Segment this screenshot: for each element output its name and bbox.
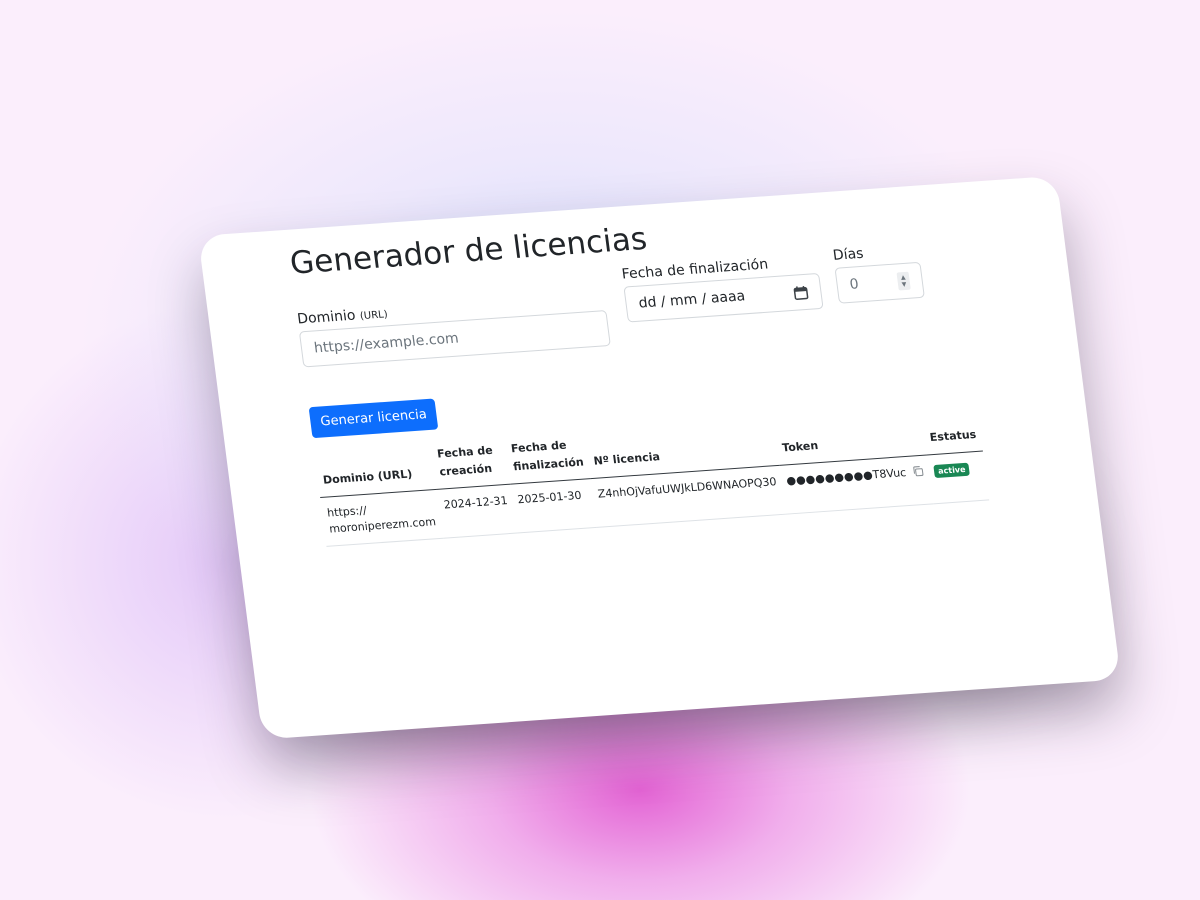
dias-group: Días 0 ▲ ▼: [832, 242, 925, 304]
dominio-placeholder: https://example.com: [313, 330, 460, 357]
header-licencia-text: Nº licencia: [592, 450, 661, 468]
header-dominio-text: Dominio (URL): [322, 467, 414, 487]
header-token-text: Token: [781, 439, 819, 455]
fecha-placeholder: dd / mm / aaaa: [637, 288, 747, 312]
spin-down[interactable]: ▼: [901, 281, 907, 288]
cell-finalizacion: 2025-01-30: [510, 478, 598, 534]
cell-dominio-1: https://: [326, 503, 368, 520]
header-creacion-1: Fecha de: [436, 443, 494, 461]
generate-license-button[interactable]: Generar licencia: [308, 398, 439, 439]
header-finalizacion: Fecha de finalización: [504, 431, 591, 485]
cell-estatus: active: [927, 451, 990, 504]
calendar-icon[interactable]: [792, 284, 809, 300]
fecha-group: Fecha de finalización dd / mm / aaaa: [621, 253, 824, 323]
header-creacion-2: creación: [438, 461, 493, 479]
cell-dominio: https://moroniperezm.com: [320, 489, 443, 547]
background-stage: Generador de licencias Dominio (URL) htt…: [0, 0, 1200, 900]
dias-input[interactable]: 0 ▲ ▼: [834, 261, 925, 304]
status-badge: active: [933, 462, 971, 479]
header-creacion: Fecha de creación: [430, 436, 511, 490]
header-finalizacion-1: Fecha de: [510, 438, 568, 456]
header-dominio: Dominio (URL): [314, 442, 437, 498]
spinner-arrows-icon[interactable]: ▲ ▼: [896, 271, 911, 291]
header-estatus-text: Estatus: [929, 427, 977, 445]
content-area: Generador de licencias Dominio (URL) htt…: [287, 194, 1005, 547]
cell-token: ●●●●●●●●●T8Vuc: [779, 454, 934, 515]
dominio-label-hint: (URL): [359, 309, 389, 323]
app-card: Generador de licencias Dominio (URL) htt…: [198, 175, 1121, 740]
header-estatus: Estatus: [920, 403, 984, 455]
dias-value: 0: [848, 276, 860, 293]
cell-creacion: 2024-12-31: [436, 484, 517, 539]
dominio-group: Dominio (URL) https://example.com: [296, 290, 611, 368]
dominio-label-text: Dominio: [296, 307, 357, 328]
header-finalizacion-2: finalización: [512, 455, 585, 474]
copy-icon[interactable]: [911, 465, 925, 478]
token-value: ●●●●●●●●●T8Vuc: [785, 466, 907, 488]
